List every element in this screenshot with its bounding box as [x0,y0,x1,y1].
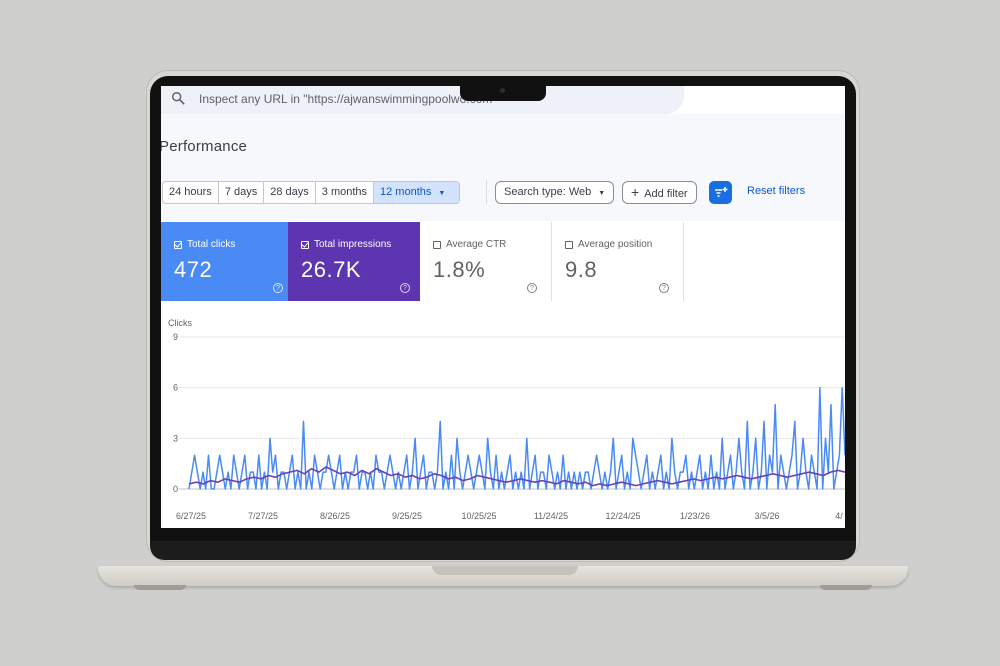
metric-value: 26.7K [301,257,361,282]
add-filter-label: Add filter [644,188,688,200]
y-axis-label: Clicks [168,318,192,328]
metric-card-clicks[interactable]: Total clicks 472 ? [161,222,293,301]
y-tick-label: 9 [173,332,178,342]
range-12-months-label: 12 months [380,186,432,198]
checkbox-checked-icon [174,240,182,249]
metric-label: Average position [578,239,653,250]
date-range-selector: 24 hours 7 days 28 days 3 months 12 mont… [162,181,461,204]
checkbox-checked-icon [301,240,309,249]
metric-label: Total impressions [314,239,392,250]
laptop-foot-right [820,585,872,590]
help-icon[interactable]: ? [400,283,410,293]
checkbox-unchecked-icon [565,240,573,249]
metric-card-impressions[interactable]: Total impressions 26.7K ? [288,222,420,301]
range-28-days[interactable]: 28 days [264,182,316,203]
checkbox-unchecked-icon [433,240,441,249]
x-tick-label: 10/25/25 [461,511,496,521]
plus-icon: + [631,184,640,200]
performance-chart: Clicks 9 6 3 0 6/27/25 7/27/25 8/26/25 9/25/25 10… [168,318,845,521]
title-bar [161,114,845,170]
range-3-months[interactable]: 3 months [316,182,375,203]
laptop-foot-left [134,585,186,590]
caret-down-icon: ▼ [598,190,606,197]
metric-value: 1.8% [433,257,486,282]
x-tick-label: 9/25/25 [392,511,422,521]
camera-icon [500,88,505,93]
range-12-months[interactable]: 12 months ▼ [374,182,460,203]
trackpad-notch [432,566,578,575]
x-tick-label: 7/27/25 [248,511,278,521]
metric-card-position[interactable]: Average position 9.8 ? [552,222,684,301]
x-tick-label: 12/24/25 [605,511,640,521]
add-filter-button[interactable]: + Add filter [622,181,697,204]
page-title: Performance [161,138,248,155]
x-tick-label: 1/23/26 [680,511,710,521]
search-type-label: Search type: Web [504,186,592,198]
help-icon[interactable]: ? [659,283,669,293]
y-tick-label: 6 [173,383,178,393]
toolbar-divider [486,180,487,204]
search-icon [172,92,185,105]
caret-down-icon: ▼ [438,190,446,197]
range-7-days[interactable]: 7 days [219,182,265,203]
y-tick-label: 3 [173,433,178,443]
reset-filters-link[interactable]: Reset filters [747,185,805,197]
url-inspect-placeholder: Inspect any URL in "https://ajwanswimmin… [199,92,497,106]
y-tick-label: 0 [173,484,178,494]
filter-icon [715,187,728,197]
screen-chin [150,541,856,560]
metric-value: 9.8 [565,257,598,282]
range-24-hours[interactable]: 24 hours [163,182,219,203]
screen: Inspect any URL in "https://ajwanswimmin… [161,86,845,528]
metric-card-ctr[interactable]: Average CTR 1.8% ? [420,222,552,301]
x-tick-label: 3/5/26 [754,511,779,521]
x-tick-label: 11/24/25 [534,511,568,521]
help-icon[interactable]: ? [527,283,537,293]
metric-label: Total clicks [187,239,236,250]
metric-label: Average CTR [446,239,507,250]
x-tick-label: 8/26/25 [320,511,350,521]
x-tick-label: 4/ [835,511,843,521]
help-icon[interactable]: ? [273,283,283,293]
metric-value: 472 [174,257,213,282]
search-type-dropdown[interactable]: Search type: Web ▼ [495,181,615,204]
filter-icon-button[interactable] [709,181,732,204]
x-tick-label: 6/27/25 [176,511,206,521]
url-inspect-bar[interactable]: Inspect any URL in "https://ajwanswimmin… [161,86,684,114]
